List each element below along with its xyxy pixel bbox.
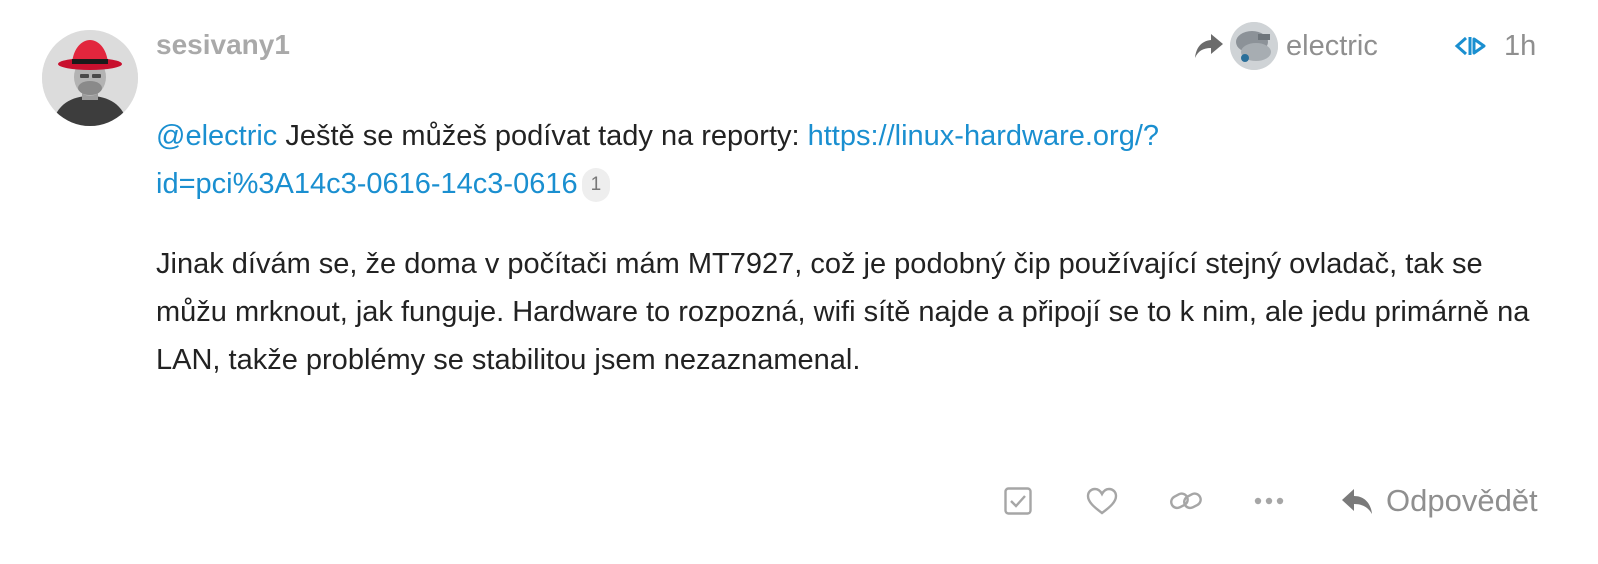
sync-arrows-icon <box>1454 35 1490 57</box>
post-actions: Odpovědět <box>0 480 1598 522</box>
paragraph-text: Ještě se můžeš podívat tady na reporty: <box>277 120 808 152</box>
reply-to-avatar <box>1230 22 1278 70</box>
post-body: @electric Ještě se můžeš podívat tady na… <box>156 112 1556 384</box>
post-date[interactable]: 1h <box>1454 22 1536 70</box>
username[interactable]: sesivany1 <box>156 29 290 61</box>
reply-to-tab[interactable]: electric <box>1192 22 1378 70</box>
check-square-icon <box>1003 486 1033 516</box>
reply-button[interactable]: Odpovědět <box>1340 480 1538 522</box>
solution-button[interactable] <box>996 480 1040 522</box>
user-mention[interactable]: @electric <box>156 120 277 152</box>
avatar-image <box>42 30 138 126</box>
post-paragraph: @electric Ještě se můžeš podívat tady na… <box>156 112 1556 208</box>
link-click-count: 1 <box>581 168 611 202</box>
reply-label: Odpovědět <box>1386 483 1538 518</box>
post-time: 1h <box>1504 29 1537 62</box>
copy-link-button[interactable] <box>1162 480 1210 522</box>
reply-icon <box>1340 486 1374 516</box>
reply-to-username: electric <box>1286 29 1378 62</box>
share-arrow-icon <box>1192 29 1226 63</box>
post: sesivany1 electric 1h @electric Ještě se… <box>0 0 1598 564</box>
link-icon <box>1169 486 1203 516</box>
external-link-line1: https://linux-hardware.org/? <box>807 120 1160 152</box>
avatar[interactable] <box>42 30 138 126</box>
heart-icon <box>1085 486 1119 516</box>
more-actions-button[interactable] <box>1246 480 1292 522</box>
like-button[interactable] <box>1078 480 1126 522</box>
ellipsis-icon <box>1254 496 1284 506</box>
external-link-line2: id=pci%3A14c3-0616-14c3-0616 <box>156 168 578 200</box>
post-paragraph: Jinak dívám se, že doma v počítači mám M… <box>156 248 1530 376</box>
